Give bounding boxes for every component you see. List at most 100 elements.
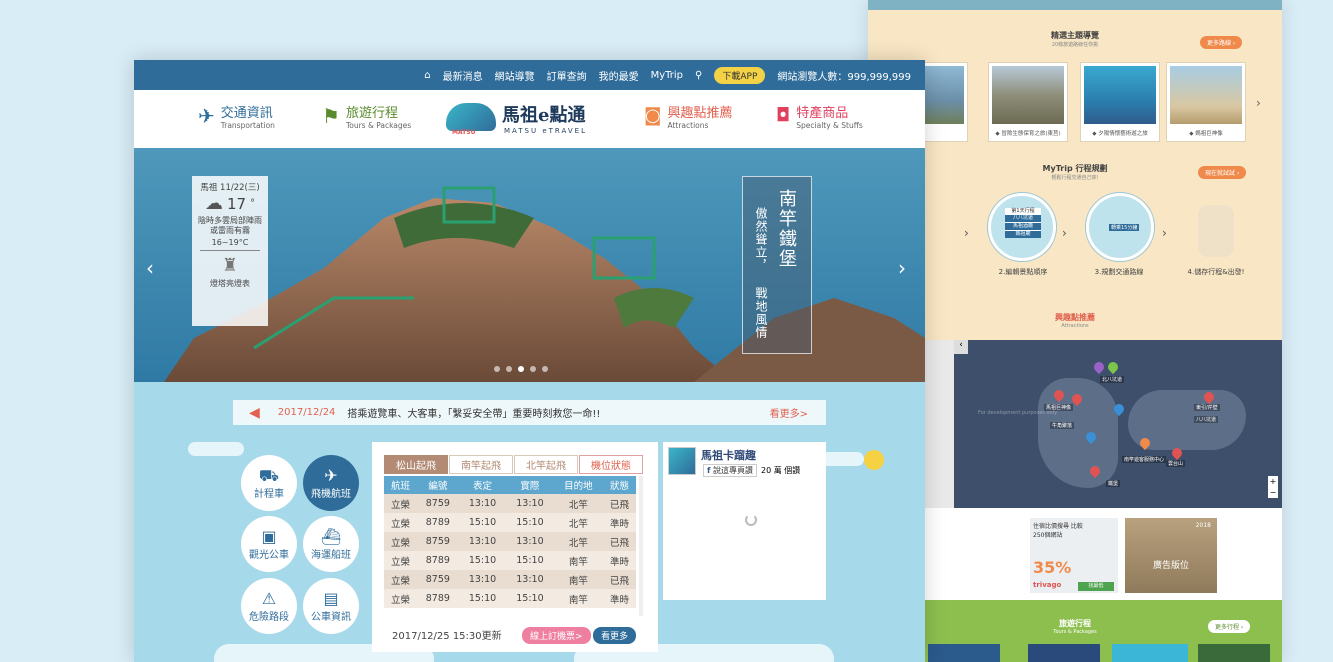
theme-thumb[interactable]: ◆ 夕陽情懷藝術遊之旅	[1080, 62, 1160, 142]
cell: 北竿	[553, 532, 604, 551]
tab-nangan[interactable]: 南竿起飛	[449, 455, 513, 474]
col-actual: 實際	[506, 476, 554, 494]
tab-beigan[interactable]: 北竿起飛	[514, 455, 578, 474]
map-pin[interactable]	[1091, 359, 1107, 375]
news-text[interactable]: 搭乘遊覽車、大客車，「繫妥安全帶」重要時刻救您一命!!	[347, 405, 600, 420]
map-label: 北八坑道	[1100, 376, 1125, 383]
nav-tours-sub: Tours & Packages	[345, 121, 412, 130]
search-icon[interactable]: ⚲	[695, 70, 702, 81]
carousel-dot[interactable]	[506, 366, 512, 372]
bag-icon: ◘	[776, 105, 791, 126]
news-more-link[interactable]: 看更多>	[770, 405, 808, 420]
theme-thumb-caption: ◆ 媽祖巨神像	[1189, 131, 1223, 137]
step-circle: 轉乘15分鐘	[1086, 193, 1154, 261]
top-link-mytrip[interactable]: MyTrip	[651, 70, 683, 81]
carousel-dot[interactable]	[542, 366, 548, 372]
cell: 北竿	[553, 513, 604, 532]
news-ticker: ◀ 2017/12/24 搭乘遊覽車、大客車，「繫妥安全帶」重要時刻救您一命!!…	[233, 400, 826, 425]
back-page-preview: 精選主題導覽 20條旅遊路線任你挑 更多路線 › ◆ 冒險生態保育之旅(東莒) …	[868, 0, 1282, 662]
table-row: 立榮 8789 15:10 15:10 北竿 準時	[384, 513, 636, 532]
theme-thumb[interactable]: ◆ 冒險生態保育之旅(東莒)	[988, 62, 1068, 142]
trivago-ad[interactable]: 住宿比價搜尋 比較250個網站 35% trivago 找最低	[1030, 518, 1118, 593]
tour-thumb[interactable]	[1112, 644, 1188, 662]
cell: 15:10	[458, 551, 507, 570]
top-link-favorites[interactable]: 我的最愛	[599, 68, 639, 83]
home-icon[interactable]: ⌂	[424, 70, 430, 81]
theme-thumb-caption: ◆ 冒險生態保育之旅(東莒)	[995, 131, 1061, 137]
col-airline: 航班	[384, 476, 417, 494]
trivago-ad-text: 住宿比價搜尋 比較250個網站	[1033, 523, 1083, 539]
tour-thumb[interactable]	[1028, 644, 1100, 662]
weather-unit: °	[250, 198, 256, 209]
taxi-icon: ⛟	[258, 465, 280, 485]
trivago-go-button[interactable]: 找最低	[1078, 582, 1114, 591]
hero-tagline-2: 戰地風情	[754, 287, 768, 339]
carousel-dot[interactable]	[494, 366, 500, 372]
attractions-map[interactable]: ‹ 北八坑道 馬祖巨神像 南竿遊客服務中心 牛角聚落 鐵堡 雲台山 東引/芹壁 …	[868, 340, 1282, 508]
map-pin[interactable]	[1105, 359, 1121, 375]
book-ticket-button[interactable]: 線上訂機票>	[522, 627, 591, 644]
flight-table: 航班 編號 表定 實際 目的地 狀態 立榮 8759 13:10 13:10 北竿 已飛 …	[384, 476, 636, 608]
nav-specialty[interactable]: ◘ 特產商品 Specialty & Stuffs	[776, 105, 863, 131]
quick-tour-bus-button[interactable]: ▣ 觀光公車	[241, 516, 297, 572]
table-scrollbar[interactable]	[639, 476, 643, 616]
fb-like-button[interactable]: f 說這專頁讚	[703, 464, 758, 477]
banner-ad[interactable]: 2018 廣告版位	[1125, 518, 1217, 593]
theme-thumb[interactable]: ◆ 媽祖巨神像	[1166, 62, 1246, 142]
fb-like-row: f 說這專頁讚 20 萬 個讚	[703, 464, 800, 477]
weather-range: 16~19°C	[200, 238, 260, 251]
lighthouse-schedule-link[interactable]: 燈塔亮燈表	[192, 278, 268, 289]
more-tours-button[interactable]: 更多行程 ›	[1208, 620, 1251, 633]
hero-tagline-1: 傲然聳立，	[754, 207, 768, 272]
carousel-dot[interactable]	[530, 366, 536, 372]
plane-icon: ✈	[324, 465, 338, 485]
site-logo[interactable]: MATSU 馬祖e點通 MATSU eTRAVEL	[446, 101, 611, 141]
quick-flights-button[interactable]: ✈ 飛機航班	[303, 455, 359, 511]
tour-thumb[interactable]	[1198, 644, 1270, 662]
bus-icon: ▤	[323, 588, 339, 608]
quick-danger-road-button[interactable]: ⚠ 危險路段	[241, 578, 297, 634]
main-navigation: ✈ 交通資訊 Transportation ⚑ 旅遊行程 Tours & Pac…	[134, 90, 925, 148]
top-link-orders[interactable]: 訂單查詢	[547, 68, 587, 83]
hero-carousel[interactable]: 馬祖 11/22(三) ☁ 17 ° 陰時多雲局部陣雨或雷雨有霧 16~19°C…	[134, 148, 925, 382]
fb-like-count: 20 萬 個讚	[761, 466, 801, 475]
quick-taxi-button[interactable]: ⛟ 計程車	[241, 455, 297, 511]
carousel-next-icon[interactable]: ›	[898, 256, 906, 280]
panel-collapse-button[interactable]: ‹	[954, 340, 968, 354]
carousel-dot[interactable]	[518, 366, 524, 372]
quick-bus-info-button[interactable]: ▤ 公車資訊	[303, 578, 359, 634]
rain-cloud-icon: ☁	[204, 193, 223, 214]
thumb-next-arrow[interactable]: ›	[1256, 96, 1261, 110]
step-card-line: 第1天行程	[1011, 208, 1035, 214]
nav-attractions[interactable]: ◙ 興趣點推薦 Attractions	[644, 105, 732, 131]
nav-tours[interactable]: ⚑ 旅遊行程 Tours & Packages	[322, 106, 411, 130]
nav-transport[interactable]: ✈ 交通資訊 Transportation	[198, 106, 275, 130]
cell: 立榮	[384, 551, 417, 570]
fb-page-name[interactable]: 馬祖卡蹓趣	[701, 447, 756, 463]
flight-more-button[interactable]: 看更多	[593, 627, 637, 644]
signpost-icon: ⚑	[322, 104, 340, 128]
camera-icon: ◙	[644, 105, 662, 126]
top-links: ⌂ 最新消息 網站導覽 訂單查詢 我的最愛 MyTrip ⚲ 下載APP 網站瀏…	[424, 60, 911, 90]
map-dev-watermark: For development purposes only	[978, 410, 1058, 416]
weather-date: 馬祖 11/22(三)	[200, 183, 260, 193]
table-row: 立榮 8789 15:10 15:10 南竿 準時	[384, 551, 636, 570]
sun-icon	[864, 450, 884, 470]
nav-specialty-title: 特產商品	[796, 106, 849, 121]
download-app-button[interactable]: 下載APP	[714, 66, 766, 84]
tab-songshan[interactable]: 松山起飛	[384, 455, 448, 474]
carousel-prev-icon[interactable]: ‹	[146, 256, 154, 280]
trivago-logo: trivago	[1033, 581, 1062, 589]
quick-ferry-button[interactable]: ⛴ 海運船班	[303, 516, 359, 572]
hero-caption: 南竿鐵堡 傲然聳立， 戰地風情	[742, 176, 812, 354]
more-routes-button[interactable]: 更多路線 ›	[1200, 36, 1243, 49]
tour-thumb[interactable]	[928, 644, 1000, 662]
top-link-sitemap[interactable]: 網站導覽	[495, 68, 535, 83]
try-mytrip-button[interactable]: 現在就試試 ›	[1198, 166, 1247, 179]
theme-thumb-image	[1084, 66, 1156, 124]
table-row: 立榮 8759 13:10 13:10 南竿 已飛	[384, 570, 636, 589]
map-label: 八八坑道	[1194, 416, 1219, 423]
top-link-news[interactable]: 最新消息	[443, 68, 483, 83]
tab-seat-status[interactable]: 機位狀態	[579, 455, 643, 474]
map-zoom-control[interactable]: + −	[1268, 476, 1278, 498]
